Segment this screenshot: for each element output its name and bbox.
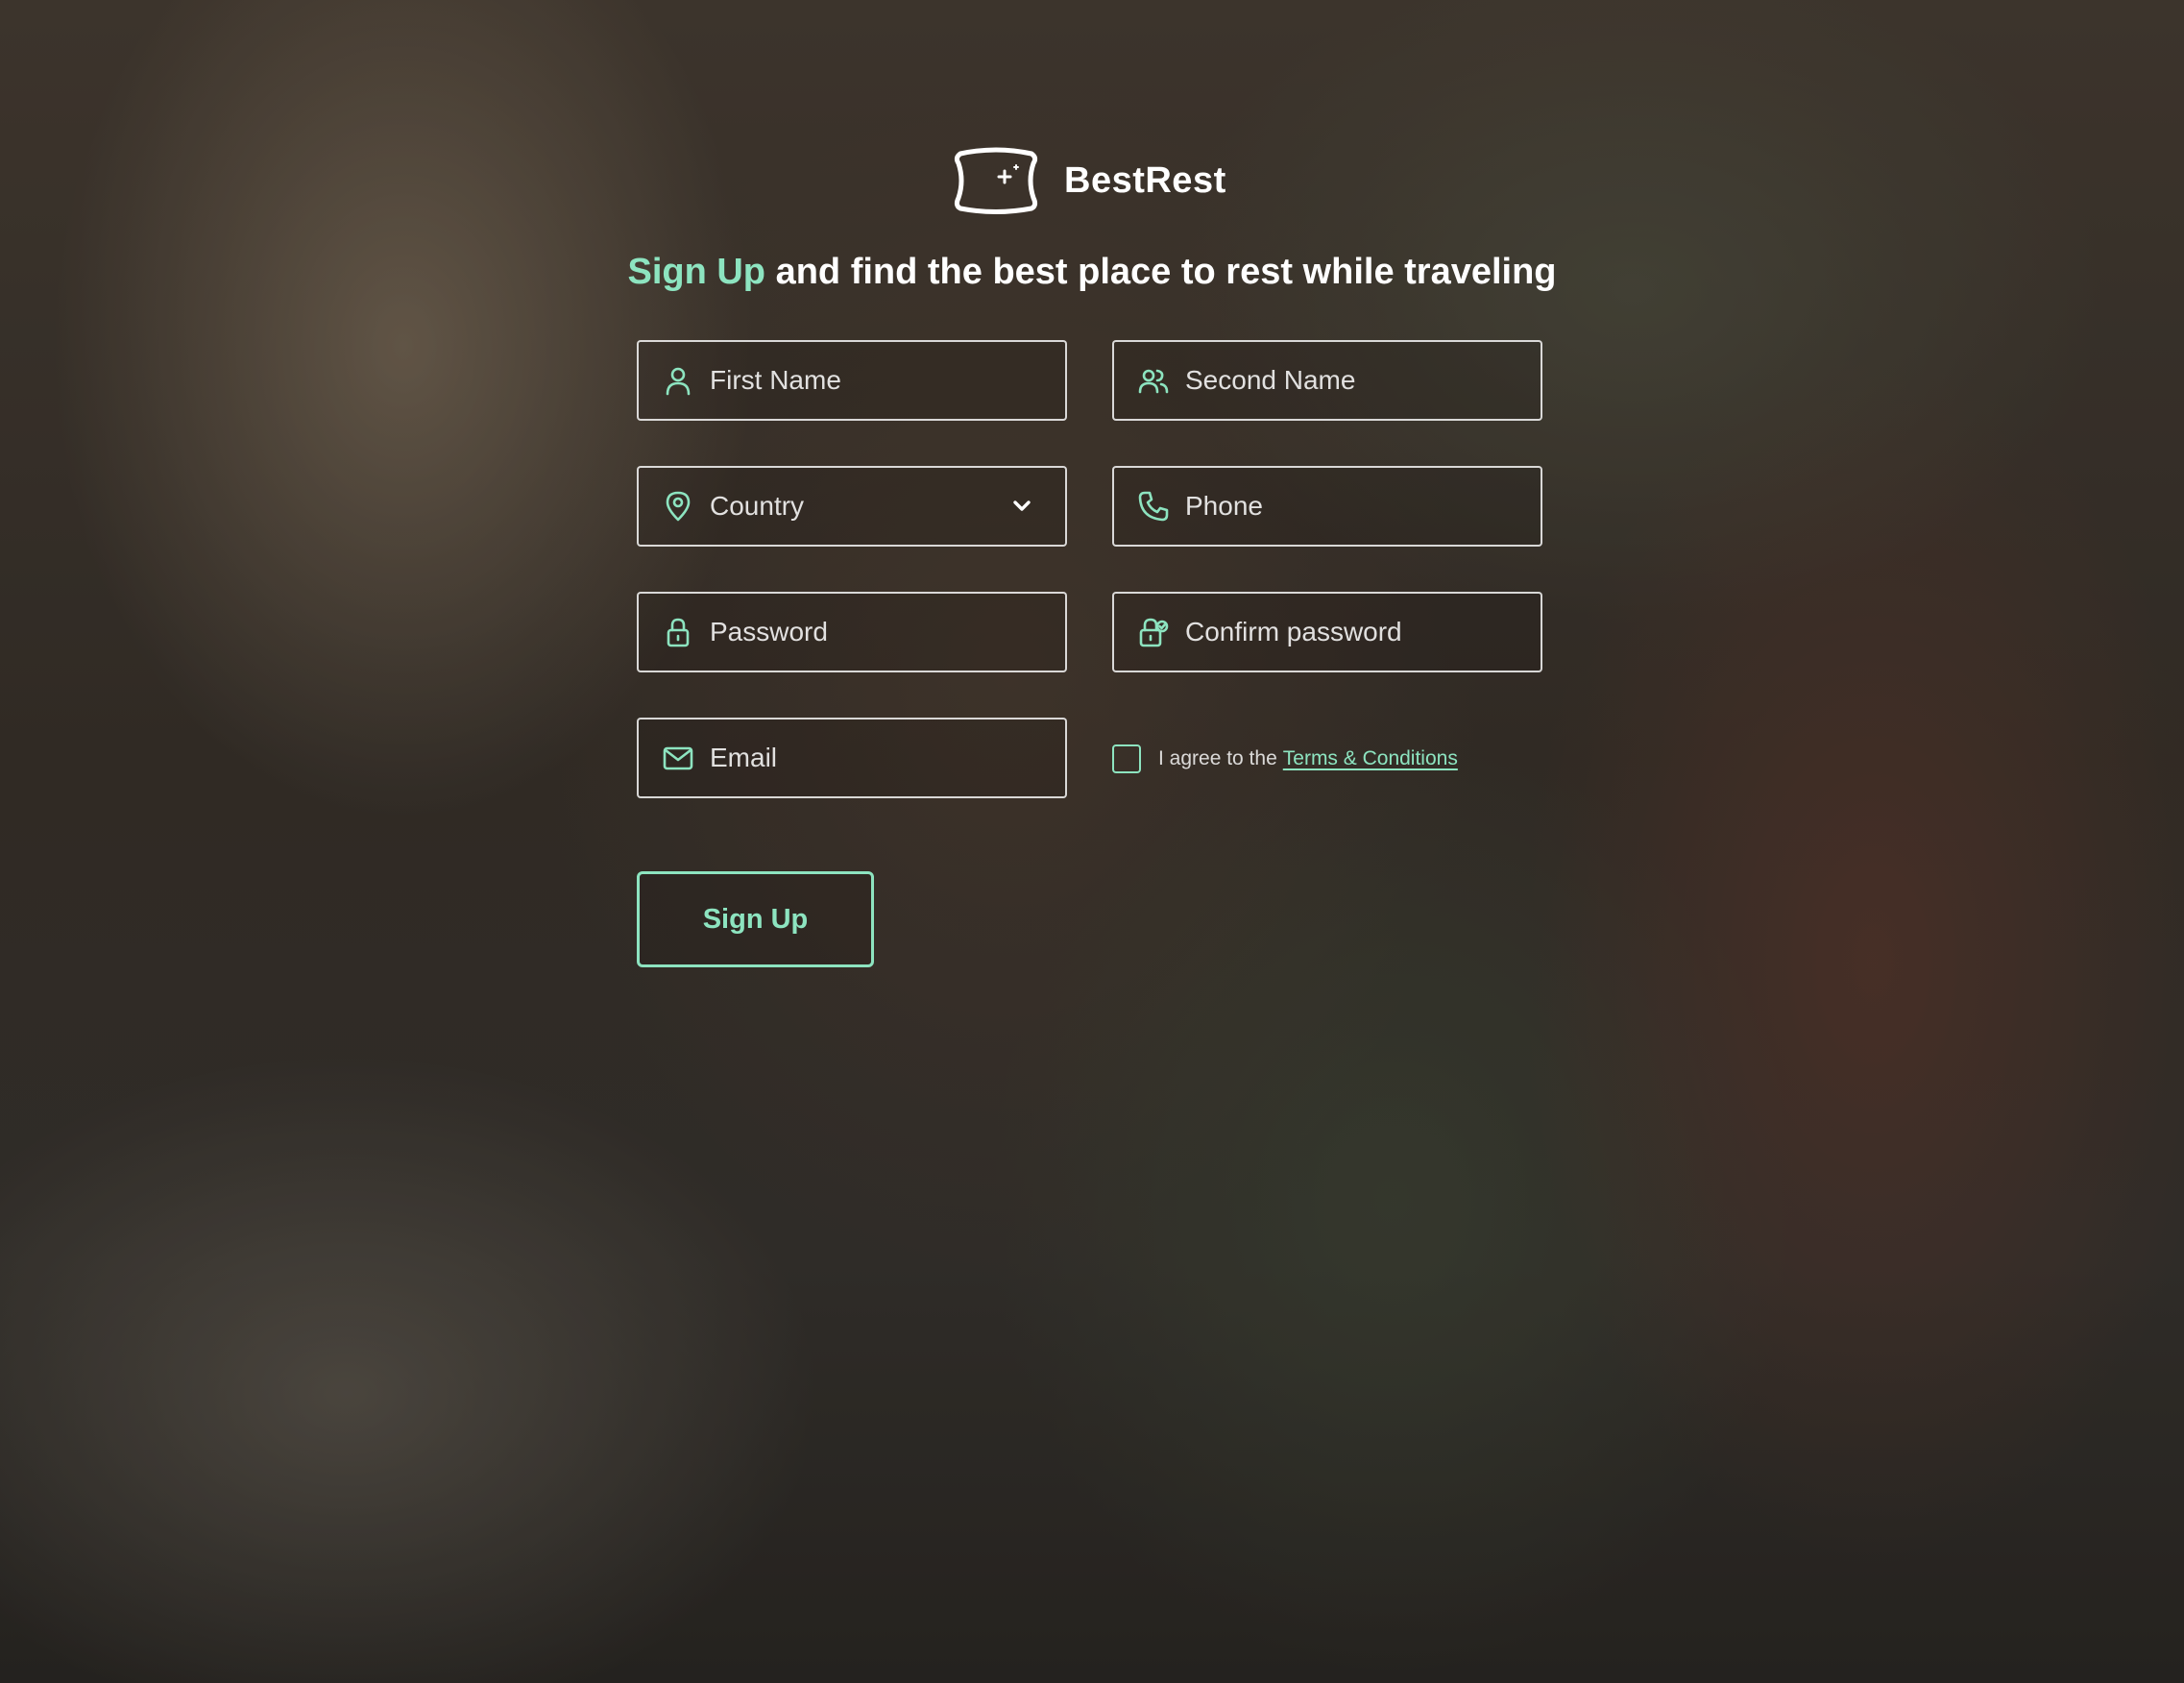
headline-text: and find the best place to rest while tr… bbox=[775, 252, 1557, 292]
page-headline: Sign Up and find the best place to rest … bbox=[0, 252, 2184, 293]
country-select[interactable]: Country bbox=[637, 466, 1067, 547]
terms-link[interactable]: Terms & Conditions bbox=[1283, 747, 1458, 770]
phone-icon bbox=[1137, 490, 1170, 523]
confirm-password-field[interactable] bbox=[1112, 592, 1542, 672]
terms-checkbox[interactable] bbox=[1112, 744, 1141, 773]
phone-input[interactable] bbox=[1185, 491, 1512, 522]
phone-field[interactable] bbox=[1112, 466, 1542, 547]
country-select-value: Country bbox=[710, 491, 805, 521]
password-field[interactable] bbox=[637, 592, 1067, 672]
first-name-input[interactable] bbox=[710, 365, 1036, 396]
second-name-input[interactable] bbox=[1185, 365, 1512, 396]
email-input[interactable] bbox=[710, 743, 1036, 773]
users-icon bbox=[1137, 364, 1170, 397]
terms-agreement: I agree to the Terms & Conditions bbox=[1112, 743, 1458, 775]
brand-logo: BestRest bbox=[951, 144, 1226, 217]
pillow-icon bbox=[951, 144, 1041, 217]
password-input[interactable] bbox=[710, 617, 1036, 647]
first-name-field[interactable] bbox=[637, 340, 1067, 421]
sign-up-button[interactable]: Sign Up bbox=[637, 871, 874, 967]
headline-accent: Sign Up bbox=[627, 252, 766, 292]
user-icon bbox=[662, 364, 694, 397]
mail-icon bbox=[662, 742, 694, 774]
location-pin-icon bbox=[662, 490, 694, 523]
chevron-down-icon[interactable] bbox=[1007, 492, 1036, 521]
lock-check-icon bbox=[1137, 616, 1170, 648]
second-name-field[interactable] bbox=[1112, 340, 1542, 421]
confirm-password-input[interactable] bbox=[1185, 617, 1512, 647]
brand-name: BestRest bbox=[1064, 159, 1226, 201]
lock-icon bbox=[662, 616, 694, 648]
email-field[interactable] bbox=[637, 718, 1067, 798]
terms-label: I agree to the bbox=[1158, 747, 1277, 769]
